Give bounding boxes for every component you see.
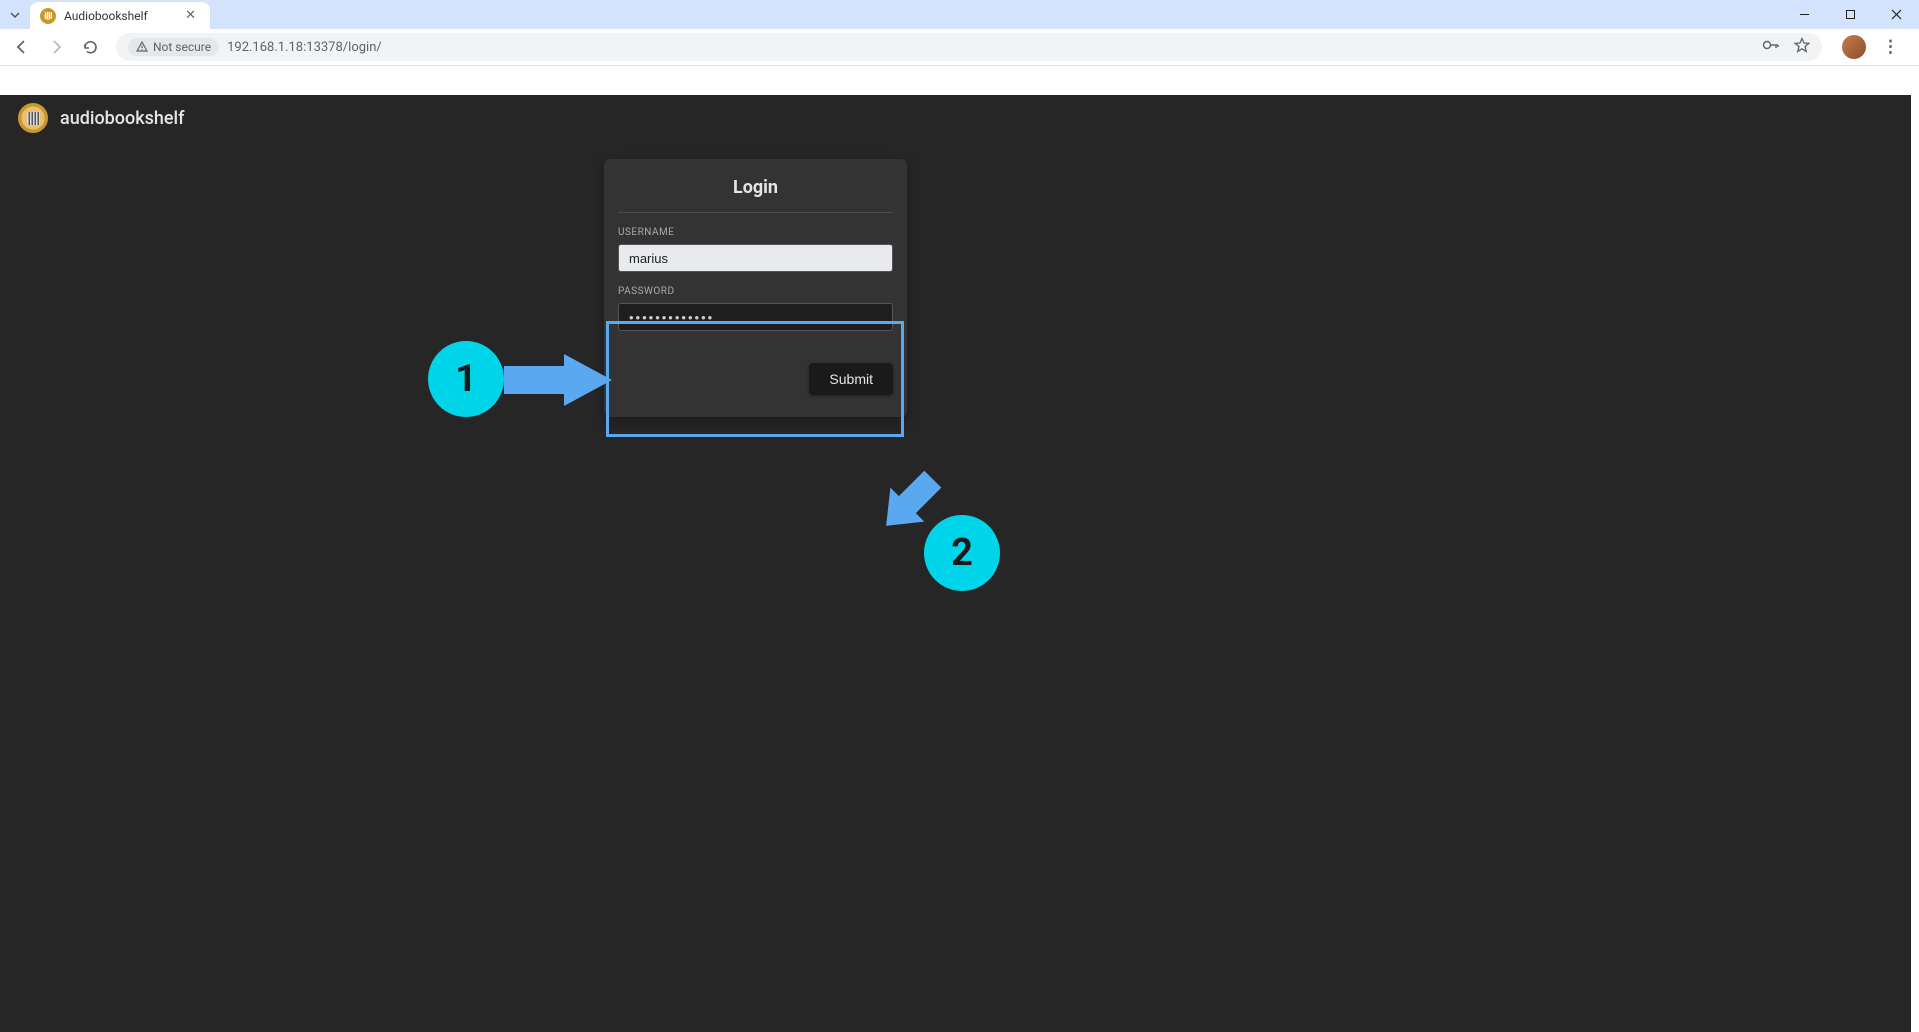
app-name: audiobookshelf <box>60 108 184 129</box>
close-window-button[interactable] <box>1873 0 1919 28</box>
tab-list-dropdown[interactable] <box>0 0 30 29</box>
submit-button[interactable]: Submit <box>809 363 893 395</box>
password-key-icon[interactable] <box>1762 37 1780 57</box>
maximize-button[interactable] <box>1827 0 1873 28</box>
bookmark-star-icon[interactable] <box>1794 37 1810 57</box>
forward-button[interactable] <box>42 33 70 61</box>
security-badge[interactable]: Not secure <box>128 38 219 56</box>
profile-avatar[interactable] <box>1842 35 1866 59</box>
tab-close-icon[interactable]: ✕ <box>181 8 200 23</box>
window-controls <box>1781 0 1919 29</box>
tab-favicon-icon <box>40 8 56 24</box>
warning-icon <box>136 41 148 53</box>
browser-toolbar: Not secure 192.168.1.18:13378/login/ ⋮ <box>0 29 1919 66</box>
username-label: USERNAME <box>618 227 893 238</box>
content-spacer <box>0 66 1919 95</box>
annotation-step-1: 1 <box>428 341 504 417</box>
tab-title: Audiobookshelf <box>64 9 148 23</box>
login-title: Login <box>618 177 893 213</box>
annotation-step-2-label: 2 <box>951 531 973 575</box>
login-card: Login USERNAME PASSWORD Submit <box>604 159 907 417</box>
app-header: audiobookshelf <box>0 95 1911 141</box>
browser-menu-icon[interactable]: ⋮ <box>1876 37 1905 57</box>
reload-button[interactable] <box>76 33 104 61</box>
security-label: Not secure <box>153 40 211 54</box>
browser-tab-bar: Audiobookshelf ✕ <box>0 0 1919 29</box>
annotation-step-1-label: 1 <box>455 357 477 401</box>
url-text: 192.168.1.18:13378/login/ <box>227 40 382 55</box>
password-input[interactable] <box>618 303 893 331</box>
back-button[interactable] <box>8 33 36 61</box>
scrollbar-gutter <box>1911 95 1919 1032</box>
annotation-step-2: 2 <box>924 515 1000 591</box>
app-logo-icon <box>18 103 48 133</box>
address-bar[interactable]: Not secure 192.168.1.18:13378/login/ <box>116 33 1822 61</box>
password-label: PASSWORD <box>618 286 893 297</box>
username-input[interactable] <box>618 244 893 272</box>
minimize-button[interactable] <box>1781 0 1827 28</box>
browser-tab[interactable]: Audiobookshelf ✕ <box>30 2 210 29</box>
